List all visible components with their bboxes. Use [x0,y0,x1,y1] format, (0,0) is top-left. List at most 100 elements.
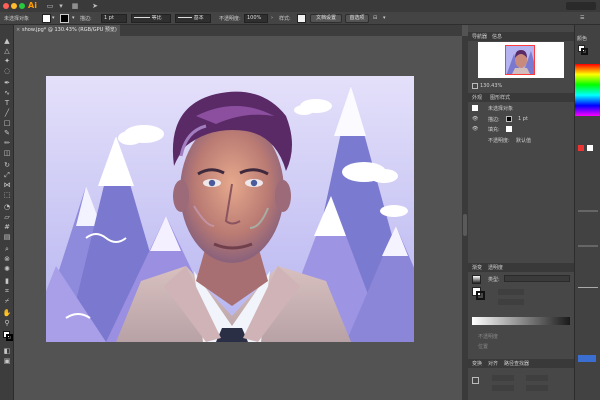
blend-tool-icon[interactable]: ⊗ [2,255,12,263]
selected-swatch-row[interactable] [578,355,596,362]
opacity-field[interactable]: 100% [244,14,268,23]
chevron-down-icon[interactable]: ▾ [383,15,386,21]
tab-align[interactable]: 对齐 [488,360,498,367]
library-icon[interactable]: ▭ [45,2,55,10]
symbol-sprayer-tool-icon[interactable]: ✺ [2,265,12,273]
mesh-tool-icon[interactable]: # [2,223,12,231]
stroke-swatch[interactable] [60,14,69,23]
gradient-stroke-box[interactable] [476,291,485,300]
selection-tool-icon[interactable]: ▲ [2,37,12,45]
variable-width-profile[interactable]: 等比 [131,14,171,23]
scale-tool-icon[interactable]: ⤢ [2,171,12,179]
transform-w-field[interactable] [526,375,548,381]
preferences-button[interactable]: 首选项 [345,14,369,23]
color-swatch-white[interactable] [587,145,593,151]
pencil-tool-icon[interactable]: ✏ [2,139,12,147]
navigator-thumbnail [506,46,534,74]
appearance-stroke-swatch[interactable] [506,116,512,122]
close-tab-icon[interactable]: × [16,25,20,36]
navigator-zoom[interactable]: 130.43% [480,83,502,89]
close-window-button[interactable] [3,3,9,9]
rotate-tool-icon[interactable]: ↻ [2,161,12,169]
appearance-header: 未选择对象 [488,106,514,112]
brush-definition[interactable]: 基本 [175,14,211,23]
lasso-tool-icon[interactable]: ◌ [2,67,12,75]
navigator-view-box[interactable] [505,45,535,75]
magic-wand-tool-icon[interactable]: ✦ [2,57,12,65]
eraser-tool-icon[interactable]: ◫ [2,149,12,157]
document-setup-button[interactable]: 文档设置 [310,14,342,23]
tab-info[interactable]: 信息 [492,33,502,40]
transform-h-field[interactable] [526,385,548,391]
document-tab-bar: × show.jpg* @ 130.43% (RGB/GPU 预览) [14,25,462,36]
chevron-right-icon[interactable]: › [271,15,273,21]
appearance-fill-swatch[interactable] [506,126,512,132]
search-field[interactable] [566,2,596,10]
width-tool-icon[interactable]: ⋈ [2,181,12,189]
gradient-slider[interactable] [472,317,570,325]
zoom-out-icon[interactable] [472,83,478,89]
document-tab-title: show.jpg* @ 130.43% (RGB/GPU 预览) [22,27,117,33]
color-stroke-box[interactable] [581,48,588,55]
line-tool-icon[interactable]: ╱ [2,109,12,117]
transform-x-field[interactable] [492,375,514,381]
appearance-opacity-value[interactable]: 默认值 [516,137,531,144]
fill-swatch[interactable] [42,14,51,23]
free-transform-tool-icon[interactable]: ⬚ [2,191,12,199]
appearance-tab-bar: 外观 图形样式 [468,93,574,102]
scroll-thumb[interactable] [463,214,467,236]
tab-transparency[interactable]: 透明度 [488,264,503,271]
slice-tool-icon[interactable]: ⌿ [2,297,12,305]
hand-tool-icon[interactable]: ✋ [2,309,12,317]
send-icon[interactable]: ➤ [90,2,100,10]
out-of-gamut-icon[interactable] [578,145,584,151]
artboard[interactable] [46,76,414,342]
zoom-window-button[interactable] [19,3,25,9]
shape-builder-tool-icon[interactable]: ◔ [2,203,12,211]
tab-navigator[interactable]: 导航器 [472,33,487,40]
rectangle-tool-icon[interactable]: □ [2,119,12,127]
chevron-down-icon[interactable]: ▾ [56,2,66,10]
stroke-weight-field[interactable]: 1 pt [101,14,127,23]
reference-point-icon[interactable] [472,377,479,384]
tab-pathfinder[interactable]: 路径查找器 [504,360,529,367]
chevron-down-icon[interactable]: ▾ [52,15,55,21]
appearance-stroke-label: 描边: [488,117,500,123]
pen-tool-icon[interactable]: ✒ [2,79,12,87]
zoom-tool-icon[interactable]: ⚲ [2,319,12,327]
gradient-angle-field[interactable] [498,289,524,295]
direct-selection-tool-icon[interactable]: △ [2,47,12,55]
panel-menu-icon[interactable]: ☰ [580,15,584,21]
eye-icon[interactable]: 👁 [472,126,478,132]
document-tab[interactable]: × show.jpg* @ 130.43% (RGB/GPU 预览) [14,25,120,36]
curvature-tool-icon[interactable]: ∿ [2,89,12,97]
stroke-color-box[interactable] [6,334,13,341]
tab-gradient[interactable]: 渐变 [472,264,482,271]
column-graph-tool-icon[interactable]: ▮ [2,277,12,285]
chevron-down-icon[interactable]: ▾ [72,15,75,21]
align-icon[interactable]: ⊟ [373,15,377,21]
color-spectrum[interactable] [575,64,600,116]
gradient-tool-icon[interactable]: ▤ [2,233,12,241]
transform-y-field[interactable] [492,385,514,391]
eye-icon[interactable]: 👁 [472,116,478,122]
appearance-stroke-value[interactable]: 1 pt [518,116,528,122]
tab-color[interactable]: 颜色 [577,35,587,42]
tab-graphic-styles[interactable]: 图形样式 [490,94,510,101]
graphic-style-swatch[interactable] [297,14,306,23]
eyedropper-tool-icon[interactable]: ⌕ [2,245,12,253]
tab-appearance[interactable]: 外观 [472,94,482,101]
gradient-type-select[interactable] [504,275,570,282]
screen-mode-icon[interactable]: ▣ [2,357,12,365]
canvas-area[interactable] [14,36,462,400]
artboard-tool-icon[interactable]: ⌗ [2,287,12,295]
gradient-aspect-field[interactable] [498,299,524,305]
arrange-documents-icon[interactable]: ▦ [70,2,80,10]
minimize-window-button[interactable] [11,3,17,9]
perspective-grid-tool-icon[interactable]: ▱ [2,213,12,221]
type-tool-icon[interactable]: T [2,99,12,107]
tab-transform[interactable]: 变换 [472,360,482,367]
draw-mode-icon[interactable]: ◧ [2,347,12,355]
gradient-thumbnail[interactable] [472,275,481,284]
paintbrush-tool-icon[interactable]: ✎ [2,129,12,137]
